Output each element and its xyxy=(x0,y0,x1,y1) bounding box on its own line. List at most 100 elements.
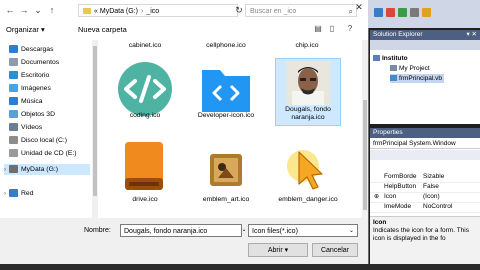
address-bar[interactable]: « MyData (G:) › _ico xyxy=(78,4,238,17)
expand-chevron-icon[interactable]: › xyxy=(4,189,8,200)
chevron-down-icon: ⌄ xyxy=(348,228,354,234)
files-scrollbar[interactable] xyxy=(362,40,368,218)
property-value[interactable]: NoControl xyxy=(423,202,452,212)
property-value[interactable]: False xyxy=(423,182,439,192)
filename-input[interactable]: Dougals, fondo naranja.ico xyxy=(120,224,242,237)
nav-item[interactable]: Vídeos xyxy=(4,122,90,133)
view-options-icon[interactable]: ▤ xyxy=(312,23,324,35)
property-description-title: Icon xyxy=(373,219,387,226)
nav-item[interactable]: Música xyxy=(4,96,90,107)
nav-item[interactable]: Escritorio xyxy=(4,70,90,81)
settings-icon xyxy=(390,65,397,72)
file-item-cellphone[interactable]: cellphone.ico xyxy=(190,42,262,49)
file-name: emblem_danger.ico xyxy=(278,196,338,203)
solution-item-myproject[interactable]: My Project xyxy=(390,64,430,73)
network-icon xyxy=(9,189,18,198)
organize-menu[interactable]: Organizar ▾ xyxy=(6,25,45,34)
folder-icon xyxy=(83,8,91,15)
new-folder-button[interactable]: Nueva carpeta xyxy=(78,25,127,34)
address-drive[interactable]: MyData (G:) xyxy=(100,8,138,15)
cancel-button[interactable]: Cancelar xyxy=(312,243,358,257)
nav-item-label: Imágenes xyxy=(21,85,51,92)
file-item-emblem-danger[interactable]: emblem_danger.ico xyxy=(275,138,341,210)
search-input[interactable]: Buscar en _ico ⌕ xyxy=(245,4,357,17)
dialog-top-bar: ← → ⌄ ↑ « MyData (G:) › _ico ↻ Buscar en _… xyxy=(0,0,368,20)
back-arrow-icon[interactable]: ← xyxy=(4,3,16,17)
taskbar xyxy=(0,264,480,270)
file-item-coding[interactable]: coding.ico xyxy=(109,58,181,120)
recent-dropdown-icon[interactable]: ⌄ xyxy=(32,3,44,17)
nav-item[interactable]: Disco local (C:) xyxy=(4,135,90,146)
up-arrow-icon[interactable]: ↑ xyxy=(46,3,58,17)
address-separator-icon: › xyxy=(140,8,144,15)
cube-icon xyxy=(9,110,18,119)
ide-toolbar xyxy=(368,0,480,28)
properties-object-select[interactable]: frmPrincipal System.Window xyxy=(370,138,480,149)
property-key: FormBorde xyxy=(384,173,417,180)
preview-pane-icon[interactable]: ▯ xyxy=(326,23,338,35)
project-icon xyxy=(373,55,380,62)
tool-icon[interactable] xyxy=(422,8,431,17)
documents-icon xyxy=(9,58,18,67)
tool-icon[interactable] xyxy=(386,8,395,17)
nav-scrollbar[interactable] xyxy=(92,40,98,218)
file-name: emblem_art.ico xyxy=(202,196,250,203)
open-button[interactable]: Abrir ▾ xyxy=(248,243,308,257)
drive-icon xyxy=(9,136,18,145)
organize-label: Organizar xyxy=(6,25,39,34)
filename-label: Nombre: xyxy=(84,227,111,234)
file-item-portrait[interactable]: Dougals, fondo naranja.ico xyxy=(275,58,341,126)
expand-chevron-icon[interactable]: › xyxy=(4,165,8,176)
nav-item[interactable]: › MyData (G:) xyxy=(4,164,90,175)
cd-drive-icon xyxy=(9,149,18,158)
refresh-icon[interactable]: ↻ xyxy=(233,3,245,17)
close-icon[interactable]: ✕ xyxy=(350,0,368,14)
chevron-down-icon[interactable]: ▾ xyxy=(285,247,289,254)
property-description: Icon Indicates the icon for a form. This… xyxy=(370,216,480,264)
file-item-cabinet[interactable]: cabinet.ico xyxy=(109,42,181,49)
nav-item-label: Vídeos xyxy=(21,124,43,131)
filetype-value: Icon files(*.ico) xyxy=(252,228,298,235)
property-row[interactable]: ImeMode NoControl xyxy=(370,202,480,213)
nav-item[interactable]: › Red xyxy=(4,188,90,199)
file-item-developer[interactable]: Developer-icon.ico xyxy=(190,58,262,120)
solution-item-form[interactable]: frmPrincipal.vb xyxy=(390,74,444,83)
property-key: HelpButton xyxy=(384,183,417,190)
tool-icon[interactable] xyxy=(374,8,383,17)
address-folder[interactable]: _ico xyxy=(146,8,159,15)
file-item-drive[interactable]: drive.ico xyxy=(109,138,181,210)
nav-scrollbar-thumb[interactable] xyxy=(93,46,97,196)
tool-icon[interactable] xyxy=(410,8,419,17)
nav-item-label: Descargas xyxy=(21,46,54,53)
tool-icon[interactable] xyxy=(398,8,407,17)
filetype-select[interactable]: Icon files(*.ico) ⌄ xyxy=(248,224,358,237)
forward-arrow-icon[interactable]: → xyxy=(18,3,30,17)
orange-drive-icon xyxy=(125,142,163,190)
nav-item-label: Documentos xyxy=(21,59,60,66)
solution-explorer-title: Solution Explorer ▾ ✕ xyxy=(370,30,480,40)
property-value[interactable]: (Icon) xyxy=(423,192,440,202)
address-chevron-icon: « xyxy=(94,8,98,15)
window-controls: ✕ xyxy=(350,0,368,14)
help-icon[interactable]: ? xyxy=(344,23,356,35)
property-key: Icon xyxy=(384,193,397,200)
property-description-text: Indicates the icon for a form. This icon… xyxy=(373,227,469,242)
property-value[interactable]: Sizable xyxy=(423,172,444,182)
open-file-dialog: ← → ⌄ ↑ « MyData (G:) › _ico ↻ Buscar en _… xyxy=(0,0,369,264)
file-name: drive.ico xyxy=(132,196,158,203)
nav-item[interactable]: Descargas xyxy=(4,44,90,55)
file-item-emblem-art[interactable]: emblem_art.ico xyxy=(190,138,262,210)
filename-dropdown-icon[interactable]: ⌄ xyxy=(240,224,248,237)
solution-item-project[interactable]: Instituto xyxy=(373,54,408,63)
file-item-chip[interactable]: chip.ico xyxy=(271,42,343,49)
solution-item-label: My Project xyxy=(399,65,430,72)
nav-item[interactable]: Objetos 3D xyxy=(4,109,90,120)
files-scrollbar-thumb[interactable] xyxy=(363,100,367,210)
nav-item[interactable]: Imágenes xyxy=(4,83,90,94)
nav-item[interactable]: Documentos xyxy=(4,57,90,68)
expand-icon[interactable]: ⊕ xyxy=(374,192,379,202)
solution-item-label: Instituto xyxy=(382,55,408,62)
pin-icon[interactable]: ▾ ✕ xyxy=(466,30,477,40)
nav-item[interactable]: Unidad de CD (E:) xyxy=(4,148,90,159)
file-name: coding.ico xyxy=(129,112,161,119)
